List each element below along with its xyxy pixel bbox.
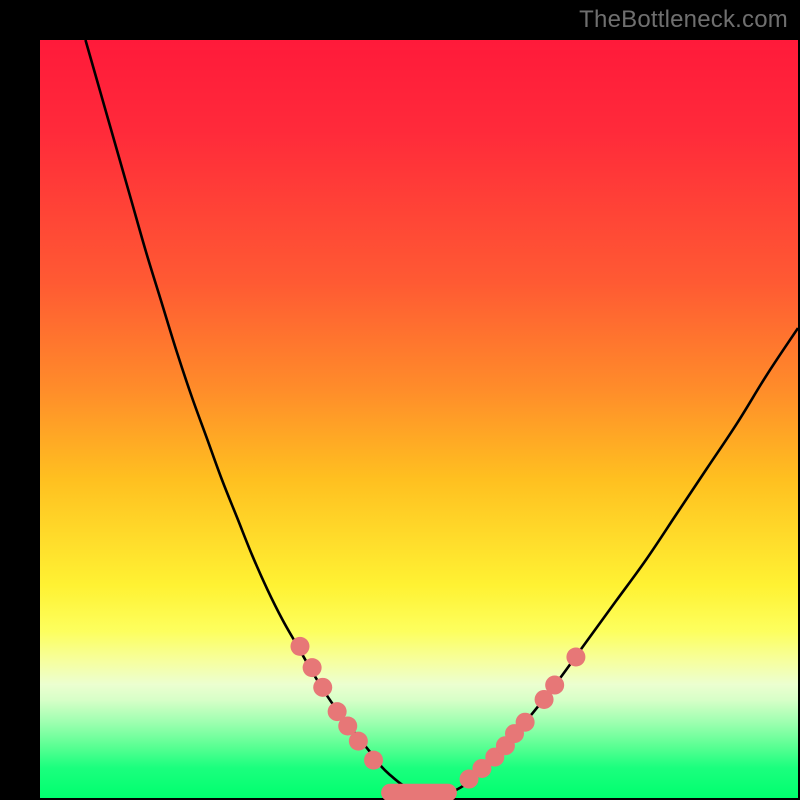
marker-right-7 — [545, 676, 564, 695]
marker-left-5 — [349, 732, 368, 751]
bottleneck-curve — [85, 40, 798, 794]
marker-left-0 — [290, 637, 309, 656]
marker-right-8 — [566, 648, 585, 667]
data-markers — [290, 637, 585, 800]
chart-frame: TheBottleneck.com — [0, 0, 800, 800]
marker-left-6 — [364, 751, 383, 770]
watermark-text: TheBottleneck.com — [579, 6, 788, 34]
chart-svg — [40, 40, 798, 798]
plot-area — [40, 40, 798, 798]
marker-left-1 — [303, 658, 322, 677]
trough-pill — [381, 784, 457, 800]
marker-right-5 — [516, 713, 535, 732]
marker-left-2 — [313, 678, 332, 697]
